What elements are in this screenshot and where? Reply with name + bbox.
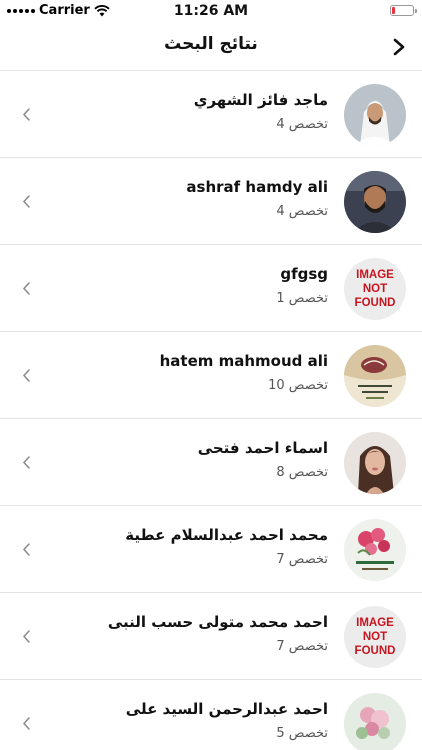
result-name: محمد احمد عبدالسلام عطية: [125, 526, 328, 544]
result-name: hatem mahmoud ali: [159, 352, 328, 370]
chevron-right-icon[interactable]: [392, 37, 406, 57]
result-name: اسماء احمد فتحى: [197, 439, 328, 457]
calligraphy-photo: [344, 345, 406, 407]
chevron-left-icon: [22, 543, 30, 556]
man-headdress-photo: [344, 84, 406, 146]
result-row[interactable]: احمد عبدالرحمن السيد على تخصص 5: [0, 680, 422, 750]
avatar: [344, 432, 406, 494]
results-list: ماجد فائز الشهري تخصص 4 ashraf hamdy ali…: [0, 71, 422, 750]
roses-photo: [344, 519, 406, 581]
chevron-left-icon: [22, 282, 30, 295]
chevron-left-icon: [22, 108, 30, 121]
result-name: ashraf hamdy ali: [186, 178, 328, 196]
result-row[interactable]: اسماء احمد فتحى تخصص 8: [0, 419, 422, 506]
result-specialty: تخصص 1: [276, 291, 328, 306]
avatar: IMAGE NOT FOUND: [344, 606, 406, 668]
result-row[interactable]: محمد احمد عبدالسلام عطية تخصص 7: [0, 506, 422, 593]
result-name: gfgsg: [280, 265, 328, 283]
result-specialty: تخصص 5: [276, 726, 328, 741]
chevron-left-icon: [22, 195, 30, 208]
image-not-found-placeholder: IMAGE NOT FOUND: [344, 606, 406, 668]
battery-icon: [390, 5, 417, 16]
result-specialty: تخصص 7: [276, 639, 328, 654]
result-specialty: تخصص 7: [276, 552, 328, 567]
result-specialty: تخصص 10: [268, 378, 328, 393]
result-specialty: تخصص 4: [276, 117, 328, 132]
result-row[interactable]: ashraf hamdy ali تخصص 4: [0, 158, 422, 245]
status-bar: Carrier 11:26 AM: [0, 0, 422, 22]
page-title: نتائج البحث: [164, 34, 258, 54]
status-time: 11:26 AM: [173, 3, 249, 19]
man-beard-photo: [344, 171, 406, 233]
flowers-photo: [344, 693, 406, 750]
avatar: [344, 693, 406, 750]
woman-photo: [344, 432, 406, 494]
result-row[interactable]: ماجد فائز الشهري تخصص 4: [0, 71, 422, 158]
result-name: ماجد فائز الشهري: [193, 91, 328, 109]
chevron-left-icon: [22, 456, 30, 469]
result-specialty: تخصص 8: [276, 465, 328, 480]
result-row[interactable]: hatem mahmoud ali تخصص 10: [0, 332, 422, 419]
chevron-left-icon: [22, 717, 30, 730]
avatar: [344, 519, 406, 581]
image-not-found-placeholder: IMAGE NOT FOUND: [344, 258, 406, 320]
chevron-left-icon: [22, 630, 30, 643]
avatar: [344, 345, 406, 407]
avatar: [344, 171, 406, 233]
result-name: احمد محمد متولى حسب النبى: [107, 613, 328, 631]
result-specialty: تخصص 4: [276, 204, 328, 219]
avatar: IMAGE NOT FOUND: [344, 258, 406, 320]
result-row[interactable]: IMAGE NOT FOUND gfgsg تخصص 1: [0, 245, 422, 332]
result-row[interactable]: IMAGE NOT FOUND احمد محمد متولى حسب النب…: [0, 593, 422, 680]
chevron-left-icon: [22, 369, 30, 382]
avatar: [344, 84, 406, 146]
result-name: احمد عبدالرحمن السيد على: [125, 700, 328, 718]
navigation-bar: نتائج البحث: [0, 22, 422, 71]
